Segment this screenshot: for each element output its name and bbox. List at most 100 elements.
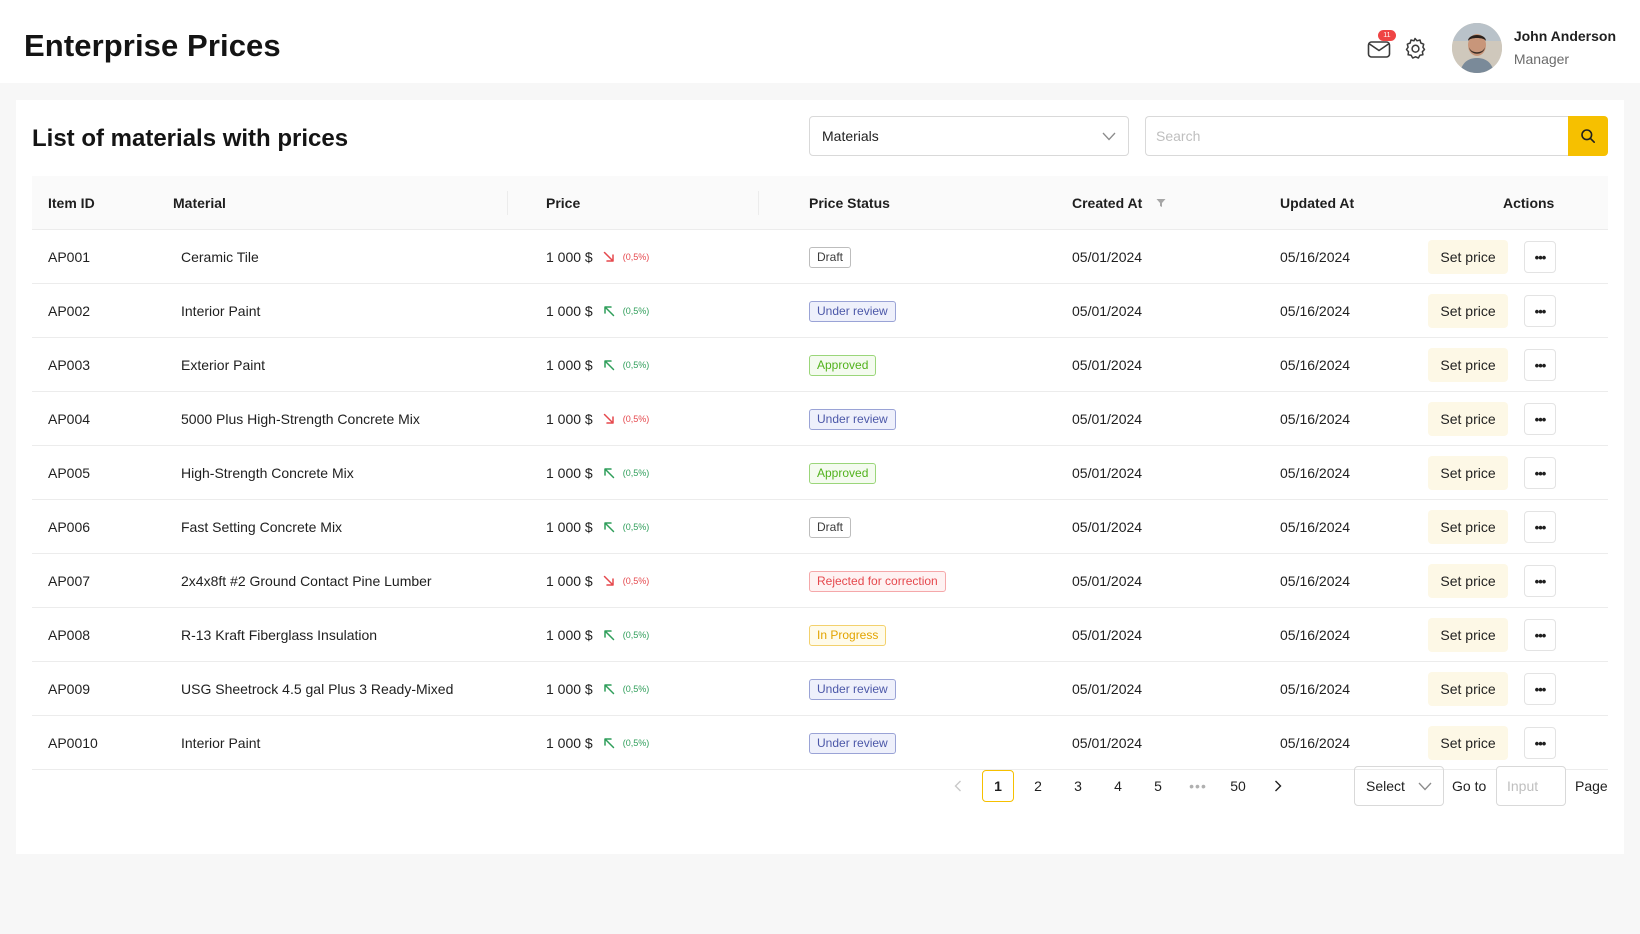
material-cell: USG Sheetrock 4.5 gal Plus 3 Ready-Mixed xyxy=(181,681,454,697)
set-price-button[interactable]: Set price xyxy=(1428,618,1508,652)
mail-button[interactable]: 11 xyxy=(1366,30,1396,61)
more-actions-button[interactable]: ••• xyxy=(1524,457,1556,489)
trend-down-icon xyxy=(603,413,615,425)
pagination-page-1[interactable]: 1 xyxy=(982,770,1014,802)
created-at-cell: 05/01/2024 xyxy=(1072,735,1143,751)
updated-at-cell: 05/16/2024 xyxy=(1280,411,1351,427)
price-value: 1 000 $ xyxy=(546,465,593,481)
search-bar xyxy=(1145,116,1608,156)
set-price-button[interactable]: Set price xyxy=(1428,348,1508,382)
status-badge: Under review xyxy=(809,732,896,754)
set-price-button[interactable]: Set price xyxy=(1428,672,1508,706)
price-value: 1 000 $ xyxy=(546,249,593,265)
page-size-select[interactable]: Select xyxy=(1354,766,1444,806)
more-icon: ••• xyxy=(1534,303,1547,319)
set-price-button[interactable]: Set price xyxy=(1428,564,1508,598)
status-badge: Under review xyxy=(809,408,896,430)
status-cell: Rejected for correction xyxy=(809,554,946,608)
more-icon: ••• xyxy=(1534,465,1547,481)
price-value: 1 000 $ xyxy=(546,681,593,697)
search-button[interactable] xyxy=(1568,116,1608,156)
more-actions-button[interactable]: ••• xyxy=(1524,349,1556,381)
price-change: (0,5%) xyxy=(622,306,650,316)
more-icon: ••• xyxy=(1534,519,1547,535)
pagination-page-last[interactable]: 50 xyxy=(1222,770,1254,802)
set-price-button[interactable]: Set price xyxy=(1428,726,1508,760)
search-input[interactable] xyxy=(1145,116,1568,156)
updated-at-cell: 05/16/2024 xyxy=(1280,573,1351,589)
table-row: AP001 Ceramic Tile 1 000 $ (0,5%) Draft 05/01… xyxy=(32,230,1608,284)
status-badge: Approved xyxy=(809,354,877,376)
price-cell: 1 000 $ (0,5%) xyxy=(546,284,649,338)
set-price-button[interactable]: Set price xyxy=(1428,240,1508,274)
pagination-page-4[interactable]: 4 xyxy=(1102,770,1134,802)
user-name: John Anderson xyxy=(1513,28,1616,44)
table-row: AP006 Fast Setting Concrete Mix 1 000 $ (0,… xyxy=(32,500,1608,554)
created-at-label: Created At xyxy=(1072,195,1143,211)
goto-label: Go to xyxy=(1452,778,1487,794)
settings-button[interactable] xyxy=(1402,35,1428,61)
table-row: AP002 Interior Paint 1 000 $ (0,5%) Under re… xyxy=(32,284,1608,338)
updated-at-cell: 05/16/2024 xyxy=(1280,249,1351,265)
more-actions-button[interactable]: ••• xyxy=(1524,295,1556,327)
actions-cell: Set price ••• xyxy=(1428,500,1556,554)
more-actions-button[interactable]: ••• xyxy=(1524,619,1556,651)
status-badge: Draft xyxy=(809,246,852,268)
pagination-page-5[interactable]: 5 xyxy=(1142,770,1174,802)
trend-up-icon xyxy=(603,737,615,749)
item-id-cell: AP006 xyxy=(48,519,91,535)
set-price-button[interactable]: Set price xyxy=(1428,402,1508,436)
more-actions-button[interactable]: ••• xyxy=(1524,565,1556,597)
price-cell: 1 000 $ (0,5%) xyxy=(546,392,649,446)
more-actions-button[interactable]: ••• xyxy=(1524,403,1556,435)
pagination-prev-button[interactable] xyxy=(942,770,974,802)
price-change: (0,5%) xyxy=(622,684,650,694)
price-value: 1 000 $ xyxy=(546,411,593,427)
price-cell: 1 000 $ (0,5%) xyxy=(546,500,649,554)
column-divider xyxy=(507,191,508,215)
table-row: AP008 R-13 Kraft Fiberglass Insulation 1 0… xyxy=(32,608,1608,662)
pagination-next-button[interactable] xyxy=(1262,770,1294,802)
more-actions-button[interactable]: ••• xyxy=(1524,511,1556,543)
price-value: 1 000 $ xyxy=(546,519,593,535)
status-badge: In Progress xyxy=(809,624,887,646)
status-cell: Under review xyxy=(809,716,896,770)
price-value: 1 000 $ xyxy=(546,627,593,643)
item-id-cell: AP002 xyxy=(48,303,91,319)
more-icon: ••• xyxy=(1534,411,1547,427)
more-actions-button[interactable]: ••• xyxy=(1524,727,1556,759)
item-id-cell: AP008 xyxy=(48,627,91,643)
set-price-button[interactable]: Set price xyxy=(1428,456,1508,490)
set-price-button[interactable]: Set price xyxy=(1428,294,1508,328)
set-price-button[interactable]: Set price xyxy=(1428,510,1508,544)
pagination-page-2[interactable]: 2 xyxy=(1022,770,1054,802)
price-value: 1 000 $ xyxy=(546,357,593,373)
pagination-page-3[interactable]: 3 xyxy=(1062,770,1094,802)
price-change: (0,5%) xyxy=(622,414,650,424)
table-row: AP003 Exterior Paint 1 000 $ (0,5%) Approved… xyxy=(32,338,1608,392)
goto-page-input[interactable] xyxy=(1496,766,1566,806)
item-id-cell: AP003 xyxy=(48,357,91,373)
actions-cell: Set price ••• xyxy=(1428,608,1556,662)
pagination-ellipsis[interactable]: ••• xyxy=(1182,770,1214,802)
column-header-updated-at: Updated At xyxy=(1280,195,1355,211)
more-actions-button[interactable]: ••• xyxy=(1524,241,1556,273)
avatar[interactable] xyxy=(1451,23,1502,73)
category-select-value: Materials xyxy=(822,128,879,144)
category-select[interactable]: Materials xyxy=(809,116,1129,156)
price-change: (0,5%) xyxy=(622,252,650,262)
item-id-cell: AP005 xyxy=(48,465,91,481)
table-body: AP001 Ceramic Tile 1 000 $ (0,5%) Draft 05/01… xyxy=(32,230,1608,770)
price-value: 1 000 $ xyxy=(546,573,593,589)
user-info[interactable]: John Anderson Manager xyxy=(1514,27,1616,69)
more-actions-button[interactable]: ••• xyxy=(1524,673,1556,705)
column-header-created-at[interactable]: Created At xyxy=(1072,176,1166,230)
material-cell: 2x4x8ft #2 Ground Contact Pine Lumber xyxy=(181,573,432,589)
price-change: (0,5%) xyxy=(622,468,650,478)
price-change: (0,5%) xyxy=(622,576,650,586)
user-role: Manager xyxy=(1513,51,1570,67)
filter-icon[interactable] xyxy=(1156,198,1166,208)
item-id-cell: AP004 xyxy=(48,411,91,427)
status-cell: Approved xyxy=(809,446,877,500)
material-cell: 5000 Plus High-Strength Concrete Mix xyxy=(181,411,420,427)
